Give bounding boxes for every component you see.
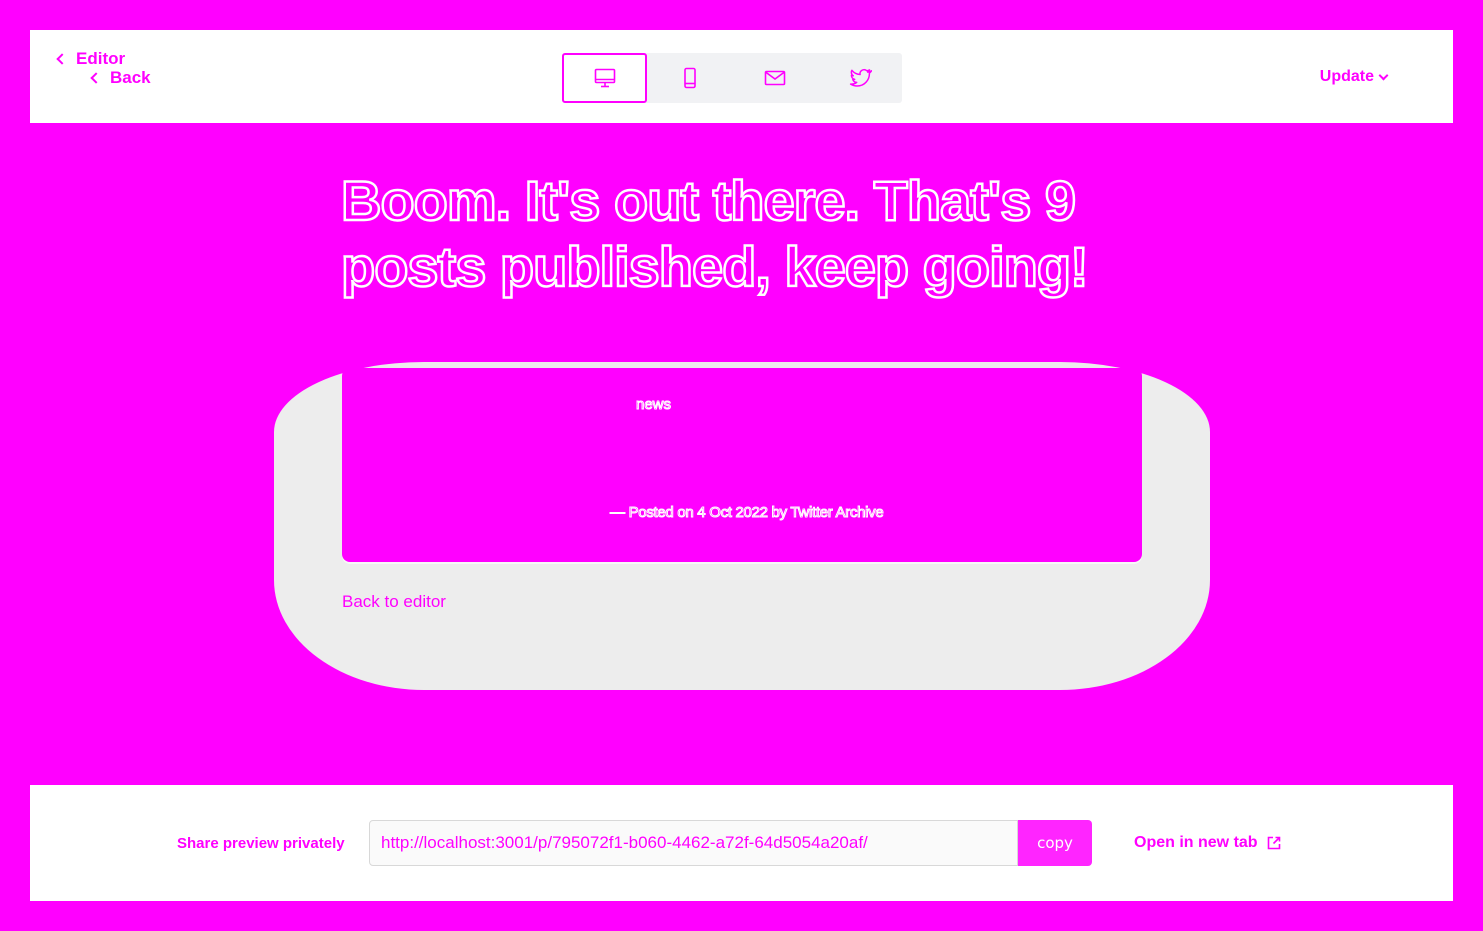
share-preview-label: Share preview privately [177,835,345,852]
post-meta: — Posted on 4 Oct 2022 by Twitter Archiv… [609,504,884,522]
desktop-icon [594,68,615,88]
preview-url-field[interactable] [369,820,1018,866]
chevron-down-icon [1378,70,1389,80]
update-menu-button[interactable]: Update [1319,68,1389,86]
preview-twitter-button[interactable] [817,53,902,103]
back-link[interactable]: Back [90,69,151,87]
back-link-label: Back [110,68,151,87]
open-in-new-tab-link[interactable]: Open in new tab [1134,834,1282,852]
breadcrumb-editor-label: Editor [76,49,126,68]
breadcrumb-editor-link[interactable]: Editor [56,50,151,68]
mobile-icon [683,67,696,89]
open-in-new-tab-label: Open in new tab [1134,834,1258,851]
share-bar: Share preview privately copy Open in new… [30,785,1453,901]
preview-desktop-button[interactable] [562,53,647,103]
top-bar: Editor Back Update [30,30,1453,123]
update-label: Update [1319,68,1374,85]
twitter-icon [849,68,872,87]
external-link-icon [1267,836,1280,850]
chevron-left-icon [90,72,102,84]
post-preview-card[interactable]: news — Posted on 4 Oct 2022 by Twitter A… [342,368,1142,562]
preview-mobile-button[interactable] [647,53,732,103]
email-icon [764,70,785,86]
copy-button[interactable]: copy [1018,820,1092,866]
back-to-editor-link[interactable]: Back to editor [342,592,446,612]
preview-email-button[interactable] [732,53,817,103]
preview-mode-switcher [562,53,902,103]
post-tag: news [635,396,672,414]
chevron-left-icon [56,53,68,65]
breadcrumb: Editor Back [56,50,151,87]
publish-headline: Boom. It's out there. That's 9 posts pub… [340,168,1090,300]
